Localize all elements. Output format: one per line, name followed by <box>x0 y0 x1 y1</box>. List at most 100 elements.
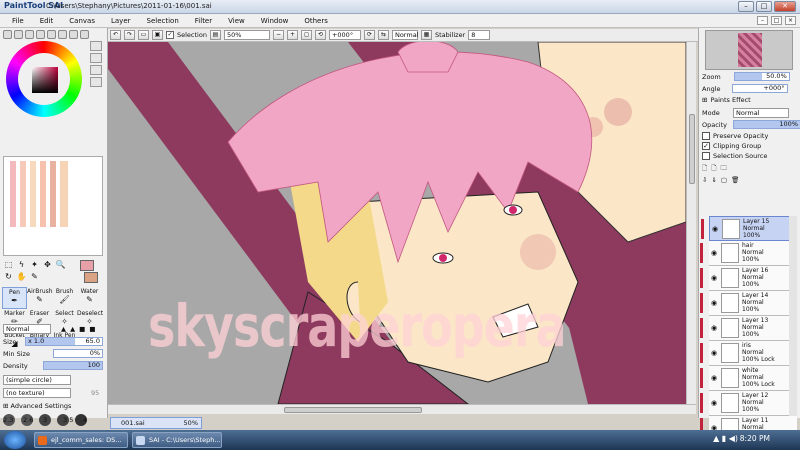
horizontal-scrollbar[interactable] <box>108 404 696 414</box>
blend-mode-field[interactable]: Normal <box>391 30 419 40</box>
brush-shape-icons[interactable]: ▲ ▲ ■ ■ <box>61 325 96 333</box>
color-set-icon[interactable] <box>80 30 89 39</box>
layer-row[interactable]: ◉ Layer 16 Normal 100% <box>700 266 797 291</box>
maximize-button[interactable]: □ <box>756 1 772 12</box>
preserve-opacity-checkbox[interactable] <box>702 132 710 140</box>
lasso-icon[interactable]: ϟ <box>16 260 27 270</box>
brush-size-value[interactable]: 3.5 <box>63 416 79 424</box>
selection-source-checkbox[interactable] <box>702 152 710 160</box>
layer-row[interactable]: ◉ Layer 12 Normal 100% <box>700 391 797 416</box>
menu-canvas[interactable]: Canvas <box>61 17 103 25</box>
rect-select-icon[interactable]: ⬚ <box>3 260 14 270</box>
doc-minimize-button[interactable]: – <box>757 16 768 25</box>
eye-icon[interactable]: ◉ <box>711 399 717 407</box>
minimize-button[interactable]: – <box>738 1 754 12</box>
eye-icon[interactable]: ◉ <box>711 349 717 357</box>
delete-layer-icon[interactable]: 🗑 <box>731 176 739 184</box>
menu-file[interactable]: File <box>4 17 32 25</box>
brush-water[interactable]: Water ✎ <box>77 287 102 309</box>
zoom-out-icon[interactable]: − <box>272 30 284 40</box>
density-slider[interactable]: 100 <box>43 361 103 370</box>
tray-icons[interactable]: ▲ ▮ ◀) <box>713 434 738 443</box>
zoom-reset-icon[interactable]: ◻ <box>300 30 312 40</box>
selection-checkbox[interactable]: ✓ <box>166 31 174 39</box>
deselect-icon[interactable]: ▭ <box>138 30 149 40</box>
doc-close-button[interactable]: × <box>785 16 796 25</box>
undo-icon[interactable]: ↶ <box>110 30 121 40</box>
eye-icon[interactable]: ◉ <box>711 324 717 332</box>
brush-texture-select[interactable]: (no texture) <box>3 388 71 398</box>
rotate-left-icon[interactable]: ⟲ <box>314 30 326 40</box>
flip-icon[interactable]: ⇆ <box>377 30 389 40</box>
menu-layer[interactable]: Layer <box>103 17 139 25</box>
vertical-scrollbar[interactable] <box>686 42 696 404</box>
hsv-button[interactable] <box>90 53 102 63</box>
menu-view[interactable]: View <box>220 17 253 25</box>
zoom-options-icon[interactable]: ▤ <box>209 30 221 40</box>
menu-window[interactable]: Window <box>253 17 297 25</box>
magic-wand-icon[interactable]: ✦ <box>29 260 40 270</box>
document-tab[interactable]: 001.sai 50% <box>110 417 202 429</box>
size-slider[interactable]: x 1.0 65.0 <box>25 337 103 346</box>
zoom-field[interactable]: 50% <box>223 30 270 40</box>
menu-edit[interactable]: Edit <box>32 17 62 25</box>
brush-size-value[interactable]: 2.3 <box>3 416 19 424</box>
move-icon[interactable]: ✥ <box>42 260 53 270</box>
invert-selection-icon[interactable]: ▣ <box>152 30 163 40</box>
mix-button[interactable] <box>90 65 102 75</box>
color-wheel-icon[interactable] <box>3 30 12 39</box>
brush-shape-select[interactable]: (simple circle) <box>3 375 71 385</box>
swatch-button[interactable] <box>90 77 102 87</box>
rgb-button[interactable] <box>90 41 102 51</box>
new-layer-icon[interactable]: 🗋 <box>702 164 707 175</box>
zoom-icon[interactable]: 🔍 <box>55 260 66 270</box>
zoom-in-icon[interactable]: + <box>286 30 298 40</box>
redo-icon[interactable]: ↷ <box>124 30 135 40</box>
swatch-icon[interactable] <box>36 30 45 39</box>
brush-pen[interactable]: Pen ✒ <box>2 287 27 309</box>
layer-row[interactable]: ◉ Layer 13 Normal 100% <box>700 316 797 341</box>
new-folder-icon[interactable]: 🗀 <box>720 164 727 175</box>
rotate-right-icon[interactable]: ⟳ <box>363 30 375 40</box>
scratchpad[interactable] <box>3 156 103 256</box>
eye-icon[interactable]: ◉ <box>711 299 717 307</box>
scratchpad-icon[interactable] <box>47 30 56 39</box>
layer-row[interactable]: ◉ iris Normal 100% Lock <box>700 341 797 366</box>
clear-layer-icon[interactable]: ▢ <box>721 176 727 184</box>
color-wheel[interactable] <box>6 41 82 117</box>
user-palette-icon[interactable] <box>69 30 78 39</box>
navigator-zoom-slider[interactable]: 50.0% <box>733 72 790 81</box>
taskbar-item-sai[interactable]: SAI - C:\Users\Steph... <box>132 432 222 448</box>
brush-mode-select[interactable]: Normal <box>3 324 51 334</box>
new-linework-layer-icon[interactable]: 🗋 <box>711 164 716 175</box>
palette-icon[interactable] <box>58 30 67 39</box>
primary-color[interactable] <box>80 260 94 271</box>
layer-row[interactable]: ◉ hair Normal 100% <box>700 241 797 266</box>
clipping-group-checkbox[interactable]: ✓ <box>702 142 710 150</box>
layer-row[interactable]: ◉ white Normal 100% Lock <box>700 366 797 391</box>
secondary-color[interactable] <box>84 272 98 283</box>
brush-size-value[interactable]: 2.6 <box>23 416 39 424</box>
hand-icon[interactable]: ✋ <box>16 272 27 282</box>
stabilizer-field[interactable]: 8 <box>468 30 491 40</box>
layer-opacity-slider[interactable]: 100% <box>733 120 800 129</box>
eyedropper-icon[interactable]: ✎ <box>29 272 40 282</box>
canvas-options-icon[interactable]: ▦ <box>420 30 432 40</box>
hsv-slider-icon[interactable] <box>25 30 34 39</box>
brush-brush[interactable]: Brush 🖌 <box>52 287 77 309</box>
eye-icon[interactable]: ◉ <box>712 225 718 233</box>
saturation-value-square[interactable] <box>32 67 58 93</box>
min-size-slider[interactable]: 0% <box>53 349 103 358</box>
menu-others[interactable]: Others <box>296 17 336 25</box>
brush-airbrush[interactable]: AirBrush ✎ <box>27 287 53 309</box>
eye-icon[interactable]: ◉ <box>711 249 717 257</box>
eye-icon[interactable]: ◉ <box>711 274 717 282</box>
drawing-canvas[interactable]: skyscraperopera <box>108 42 686 404</box>
doc-restore-button[interactable]: □ <box>771 16 782 25</box>
navigator-angle-slider[interactable]: +000° <box>731 84 788 93</box>
transfer-down-icon[interactable]: ⇩ <box>702 176 707 184</box>
layer-row[interactable]: ◉ Layer 14 Normal 100% <box>700 291 797 316</box>
navigator-preview[interactable] <box>705 30 793 70</box>
advanced-settings-row[interactable]: ⊞ Advanced Settings <box>3 402 71 410</box>
brush-size-value[interactable]: 4 <box>83 416 99 424</box>
